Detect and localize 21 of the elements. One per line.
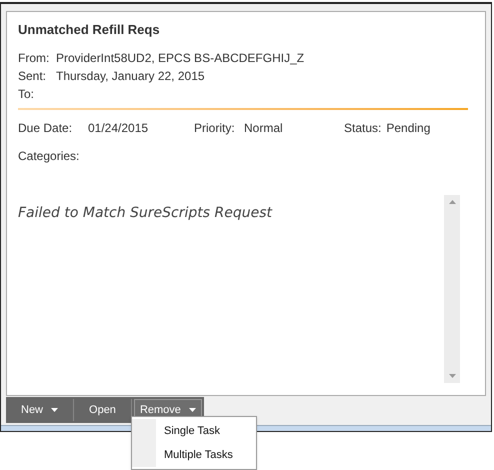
priority-value: Normal: [244, 120, 284, 136]
priority-label: Priority:: [194, 120, 236, 136]
menu-item[interactable]: Single Task: [132, 419, 256, 443]
header-label: To:: [18, 86, 36, 102]
toolbar-button[interactable]: New: [8, 399, 72, 421]
scroll-down-icon[interactable]: [448, 374, 456, 378]
message-title: Unmatched Refill Reqs: [18, 21, 161, 39]
menu-item[interactable]: Multiple Tasks: [132, 443, 256, 467]
header-label: From:: [18, 50, 48, 66]
header-value: Thursday, January 22, 2015: [56, 68, 205, 84]
message-body[interactable]: Failed to Match SureScripts Request: [18, 194, 444, 383]
toolbar-button[interactable]: Open: [76, 399, 129, 421]
header-label: Sent:: [18, 68, 48, 84]
due-date-label: Due Date:: [18, 120, 74, 136]
categories-label: Categories:: [18, 148, 80, 164]
scrollbar[interactable]: [444, 194, 460, 383]
status-value: Pending: [386, 120, 430, 136]
header-value: ProviderInt58UD2, EPCS BS-ABCDEFGHIJ_Z: [56, 50, 304, 66]
due-date-value: 01/24/2015: [88, 120, 150, 136]
status-label: Status:: [344, 120, 382, 136]
scroll-up-icon[interactable]: [448, 200, 456, 204]
